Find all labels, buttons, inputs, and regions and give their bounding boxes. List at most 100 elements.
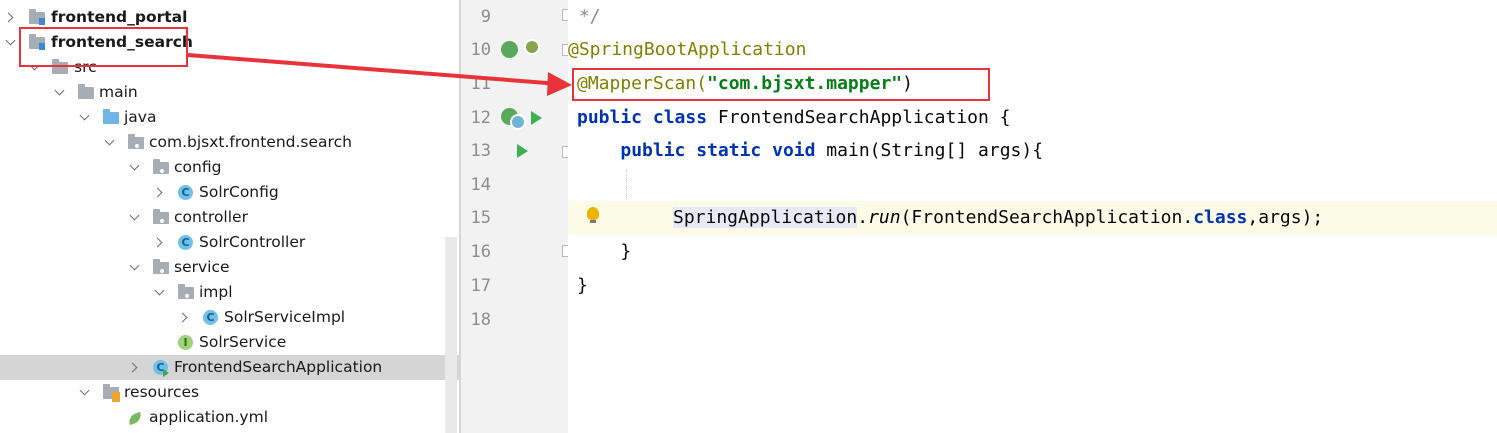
chevron-down-icon[interactable] (101, 130, 117, 155)
code-editor[interactable]: */ @SpringBootApplication @MapperScan("c… (568, 0, 1497, 433)
chevron-right-icon[interactable] (151, 180, 167, 205)
keyword-public: public (620, 140, 686, 161)
tree-item-label: com.bjsxt.frontend.search (149, 133, 352, 151)
run-icon[interactable] (517, 144, 528, 158)
method-declaration: main(String[] args){ (815, 140, 1044, 161)
tree-item-label: SolrServiceImpl (224, 308, 346, 326)
call-end: ,args); (1247, 207, 1324, 228)
code-line-16[interactable]: } (577, 235, 1497, 269)
tree-item-solrservice[interactable]: I SolrService (0, 330, 459, 355)
method-run: run (868, 207, 901, 228)
tree-item-solrconfig[interactable]: C SolrConfig (0, 180, 459, 205)
spring-bean-icon[interactable] (501, 41, 518, 58)
tree-item-resources[interactable]: resources (0, 380, 459, 405)
tree-item-label: SolrConfig (199, 183, 279, 201)
chevron-down-icon[interactable] (51, 80, 67, 105)
gutter-line: 16 (461, 235, 574, 269)
line-number: 10 (470, 40, 491, 60)
tree-item-label: SolrService (199, 333, 287, 351)
tree-item-controller[interactable]: controller (0, 205, 459, 230)
chevron-down-icon[interactable] (126, 255, 142, 280)
gutter-line: 12 (461, 101, 568, 135)
line-number: 11 (470, 74, 491, 94)
tree-item-impl[interactable]: impl (0, 280, 459, 305)
gutter-line: 14 (461, 168, 568, 202)
dot: . (857, 207, 869, 228)
class-icon: C (177, 184, 195, 201)
tree-item-main[interactable]: main (0, 80, 459, 105)
run-icon[interactable] (531, 111, 542, 125)
tree-item-label: service (174, 258, 230, 276)
resources-folder-icon (102, 384, 120, 402)
tree-scrollbar[interactable] (445, 237, 457, 433)
gutter-line: 9 (461, 0, 574, 34)
keyword-class: class (652, 107, 708, 128)
code-line-18[interactable] (568, 303, 1497, 337)
tree-item-label: controller (174, 208, 248, 226)
tree-item-application-yml[interactable]: application.yml (0, 405, 459, 430)
tree-item-config[interactable]: config (0, 155, 459, 180)
tree-item-solrserviceimpl[interactable]: C SolrServiceImpl (0, 305, 459, 330)
code-line-13[interactable]: public static void main(String[] args){ (577, 134, 1497, 168)
tree-item-label: main (99, 83, 138, 101)
package-icon (152, 259, 170, 276)
chevron-right-icon[interactable] (2, 5, 18, 30)
gutter-line: 15 (461, 201, 568, 235)
chevron-down-icon[interactable] (76, 105, 92, 130)
code-line-10[interactable]: @SpringBootApplication (568, 33, 1497, 67)
keyword-public: public (577, 107, 643, 128)
springapplication-ref: SpringApplication (673, 207, 858, 228)
chevron-right-icon[interactable] (151, 230, 167, 255)
highlight-box-module (19, 27, 188, 67)
keyword-void: void (772, 140, 816, 161)
gutter-line: 18 (461, 303, 568, 337)
comment-end: */ (568, 6, 601, 27)
tree-item-solrcontroller[interactable]: C SolrController (0, 230, 459, 255)
code-line-15-current[interactable]: SpringApplication.run(FrontendSearchAppl… (568, 201, 1497, 235)
chevron-right-icon[interactable] (176, 305, 192, 330)
class-declaration: FrontendSearchApplication { (707, 107, 1011, 128)
tree-item-label: config (174, 158, 222, 176)
lightbulb-icon[interactable] (587, 207, 599, 223)
code-line-17[interactable]: } (577, 269, 1497, 303)
tree-item-label: impl (199, 283, 233, 301)
folder-icon (77, 84, 95, 101)
class-icon: C (177, 234, 195, 251)
source-folder-icon (102, 109, 120, 126)
tree-item-label: resources (124, 383, 200, 401)
tree-item-service[interactable]: service (0, 255, 459, 280)
line-number: 16 (470, 242, 491, 262)
tree-item-label: java (124, 108, 157, 126)
chevron-right-icon[interactable] (126, 355, 142, 380)
package-icon (152, 159, 170, 176)
tree-item-package[interactable]: com.bjsxt.frontend.search (0, 130, 459, 155)
line-number: 12 (470, 108, 491, 128)
class-icon: C (202, 309, 220, 326)
chevron-down-icon[interactable] (126, 155, 142, 180)
line-number: 14 (470, 175, 491, 195)
package-icon (177, 284, 195, 301)
chevron-down-icon[interactable] (126, 205, 142, 230)
line-number: 17 (470, 276, 491, 296)
line-number: 13 (470, 141, 491, 161)
check-icon[interactable] (524, 39, 540, 55)
keyword-class: class (1193, 207, 1248, 228)
gutter-line: 17 (461, 269, 568, 303)
chevron-down-icon[interactable] (2, 30, 18, 55)
bean-overlay-icon (510, 114, 526, 130)
closing-brace: } (577, 275, 588, 296)
tree-item-java[interactable]: java (0, 105, 459, 130)
tree-item-frontendsearchapplication[interactable]: C FrontendSearchApplication (0, 355, 459, 380)
line-number: 18 (470, 310, 491, 330)
gutter-line: 13 (461, 134, 574, 168)
highlight-box-mapperscan (572, 68, 990, 101)
code-line-12[interactable]: public class FrontendSearchApplication { (577, 101, 1497, 135)
annotation-springbootapplication: @SpringBootApplication (568, 39, 807, 60)
tree-item-label: application.yml (149, 408, 269, 426)
gutter-line: 10 (461, 33, 574, 67)
code-line-9[interactable]: */ (568, 0, 1497, 34)
chevron-down-icon[interactable] (76, 380, 92, 405)
call-args: (FrontendSearchApplication. (900, 207, 1194, 228)
code-line-14[interactable] (568, 168, 1497, 202)
chevron-down-icon[interactable] (151, 280, 167, 305)
